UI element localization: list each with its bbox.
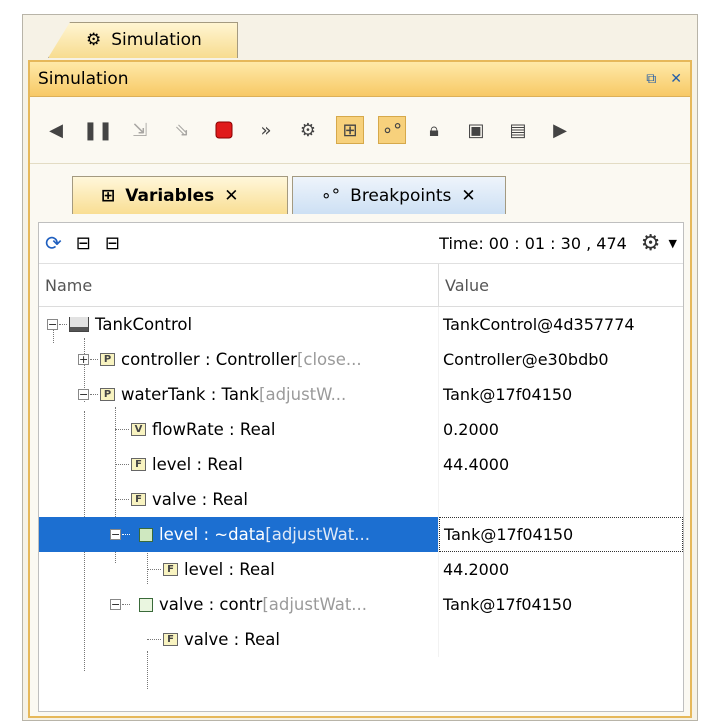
- flow-property-icon: F: [163, 633, 178, 646]
- run-to-icon[interactable]: »: [252, 116, 280, 144]
- export-icon[interactable]: ▣: [462, 116, 490, 144]
- part-icon: P: [100, 388, 115, 401]
- table-row[interactable]: F level : Real 44.2000: [39, 552, 683, 587]
- panel-header: Simulation ⧉ ✕: [30, 62, 690, 97]
- collapse-toggle[interactable]: −: [110, 529, 121, 540]
- simulation-outer-tab[interactable]: ⚙ Simulation: [72, 22, 238, 58]
- column-value-header[interactable]: Value: [439, 264, 683, 306]
- value-property-icon: V: [131, 423, 146, 436]
- expand-all-icon[interactable]: ⊟: [76, 233, 91, 254]
- collapse-all-icon[interactable]: ⊟: [105, 233, 120, 254]
- chevron-down-icon[interactable]: ▼: [669, 237, 677, 250]
- time-display: Time: 00 : 01 : 30 , 474: [439, 233, 627, 253]
- tab-breakpoints-label: Breakpoints: [350, 185, 452, 206]
- toolbar: ◀ ❚❚ ⇲ ⇘ » ⚙ ⊞ ∘° 🔒︎ ▣ ▤ ▶: [30, 97, 690, 164]
- table-row[interactable]: F valve : Real: [39, 482, 683, 517]
- port-icon: [139, 597, 153, 612]
- table-row[interactable]: V flowRate : Real 0.2000: [39, 412, 683, 447]
- collapse-toggle[interactable]: −: [110, 599, 121, 610]
- gear-icon[interactable]: ⚙: [641, 231, 661, 256]
- step-over-icon[interactable]: ⇘: [168, 116, 196, 144]
- collapse-toggle[interactable]: −: [78, 389, 89, 400]
- close-icon[interactable]: ✕: [670, 71, 682, 87]
- restore-icon[interactable]: ⧉: [646, 71, 656, 87]
- tab-variables-close[interactable]: ✕: [224, 186, 238, 206]
- scroll-right-icon[interactable]: ▶: [546, 116, 574, 144]
- refresh-icon[interactable]: ⟳: [45, 231, 62, 255]
- collapse-toggle[interactable]: −: [47, 319, 58, 330]
- table-row[interactable]: − valve : contr [adjustWat... Tank@17f04…: [39, 587, 683, 622]
- inner-tabs: ⊞ Variables ✕ ∘° Breakpoints ✕: [30, 164, 690, 214]
- pause-icon[interactable]: ❚❚: [83, 116, 113, 144]
- table-row[interactable]: − P waterTank : Tank [adjustW... Tank@17…: [39, 377, 683, 412]
- column-name-header[interactable]: Name: [39, 264, 439, 306]
- breakpoints-view-icon[interactable]: ∘°: [378, 116, 406, 144]
- port-icon: [139, 527, 153, 542]
- part-icon: P: [100, 353, 115, 366]
- breakpoints-icon: ∘°: [321, 185, 341, 206]
- tab-breakpoints[interactable]: ∘° Breakpoints ✕: [292, 176, 506, 214]
- simulation-panel: Simulation ⧉ ✕ ◀ ❚❚ ⇲ ⇘ » ⚙ ⊞ ∘° 🔒︎ ▣ ▤ …: [28, 60, 692, 718]
- variables-toolbar: ⟳ ⊟ ⊟ Time: 00 : 01 : 30 , 474 ⚙ ▼: [39, 223, 683, 264]
- step-into-icon[interactable]: ⇲: [126, 116, 154, 144]
- flow-property-icon: F: [163, 563, 178, 576]
- table-row[interactable]: F valve : Real: [39, 622, 683, 657]
- simulation-gear-icon: ⚙: [86, 30, 102, 50]
- tab-variables-label: Variables: [125, 185, 215, 206]
- block-icon: [69, 317, 89, 332]
- panel-title: Simulation: [38, 69, 129, 89]
- column-headers: Name Value: [39, 264, 683, 307]
- table-row[interactable]: + P controller : Controller [close... Co…: [39, 342, 683, 377]
- animation-icon[interactable]: ⚙: [294, 116, 322, 144]
- table-row-selected[interactable]: − level : ~data [adjustWat... Tank@17f04…: [39, 517, 683, 552]
- save-icon[interactable]: ▤: [504, 116, 532, 144]
- terminate-icon[interactable]: [210, 116, 238, 144]
- flow-property-icon: F: [131, 493, 146, 506]
- scroll-left-icon[interactable]: ◀: [42, 116, 70, 144]
- lock-icon[interactable]: 🔒︎: [420, 116, 448, 144]
- tab-breakpoints-close[interactable]: ✕: [461, 186, 475, 206]
- variables-view: ⟳ ⊟ ⊟ Time: 00 : 01 : 30 , 474 ⚙ ▼ Name …: [38, 222, 684, 712]
- table-row[interactable]: F level : Real 44.4000: [39, 447, 683, 482]
- tab-variables[interactable]: ⊞ Variables ✕: [72, 176, 288, 214]
- outer-tab-label: Simulation: [111, 30, 202, 50]
- flow-property-icon: F: [131, 458, 146, 471]
- variables-icon: ⊞: [101, 185, 116, 206]
- variables-view-icon[interactable]: ⊞: [336, 116, 364, 144]
- expand-toggle[interactable]: +: [78, 354, 89, 365]
- table-row[interactable]: − TankControl TankControl@4d357774: [39, 307, 683, 342]
